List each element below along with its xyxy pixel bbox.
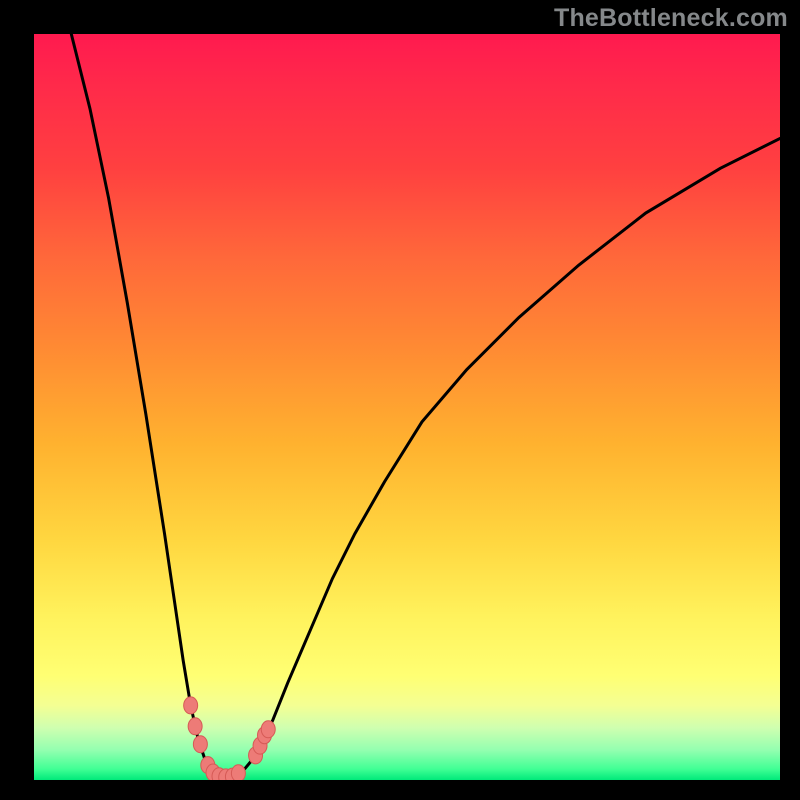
data-marker	[231, 765, 245, 780]
data-marker	[261, 721, 275, 738]
bottleneck-curve	[71, 34, 780, 778]
chart-frame: TheBottleneck.com	[0, 0, 800, 800]
watermark-text: TheBottleneck.com	[554, 4, 788, 33]
data-marker	[193, 736, 207, 753]
data-marker	[184, 697, 198, 714]
chart-svg	[34, 34, 780, 780]
data-marker	[188, 718, 202, 735]
data-markers	[184, 697, 276, 780]
